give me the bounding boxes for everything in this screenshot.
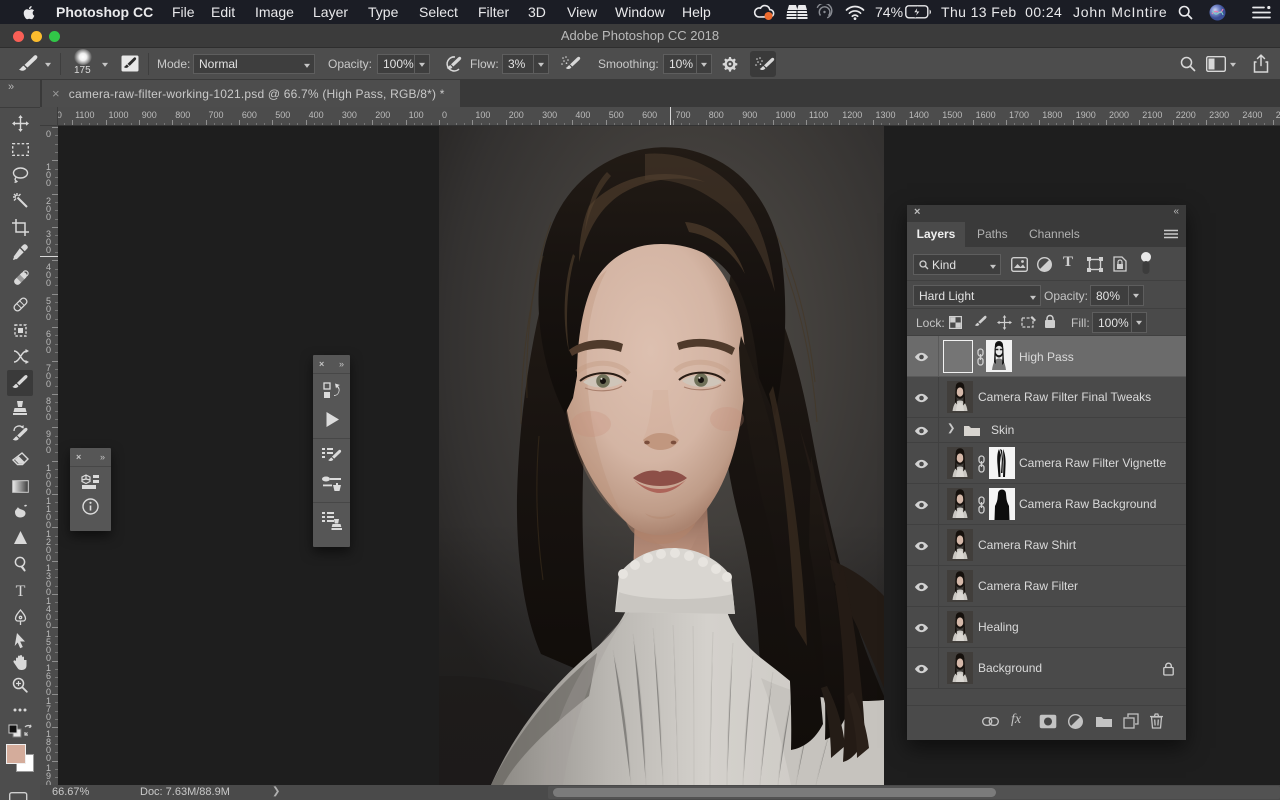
svg-text:T: T xyxy=(15,583,25,598)
